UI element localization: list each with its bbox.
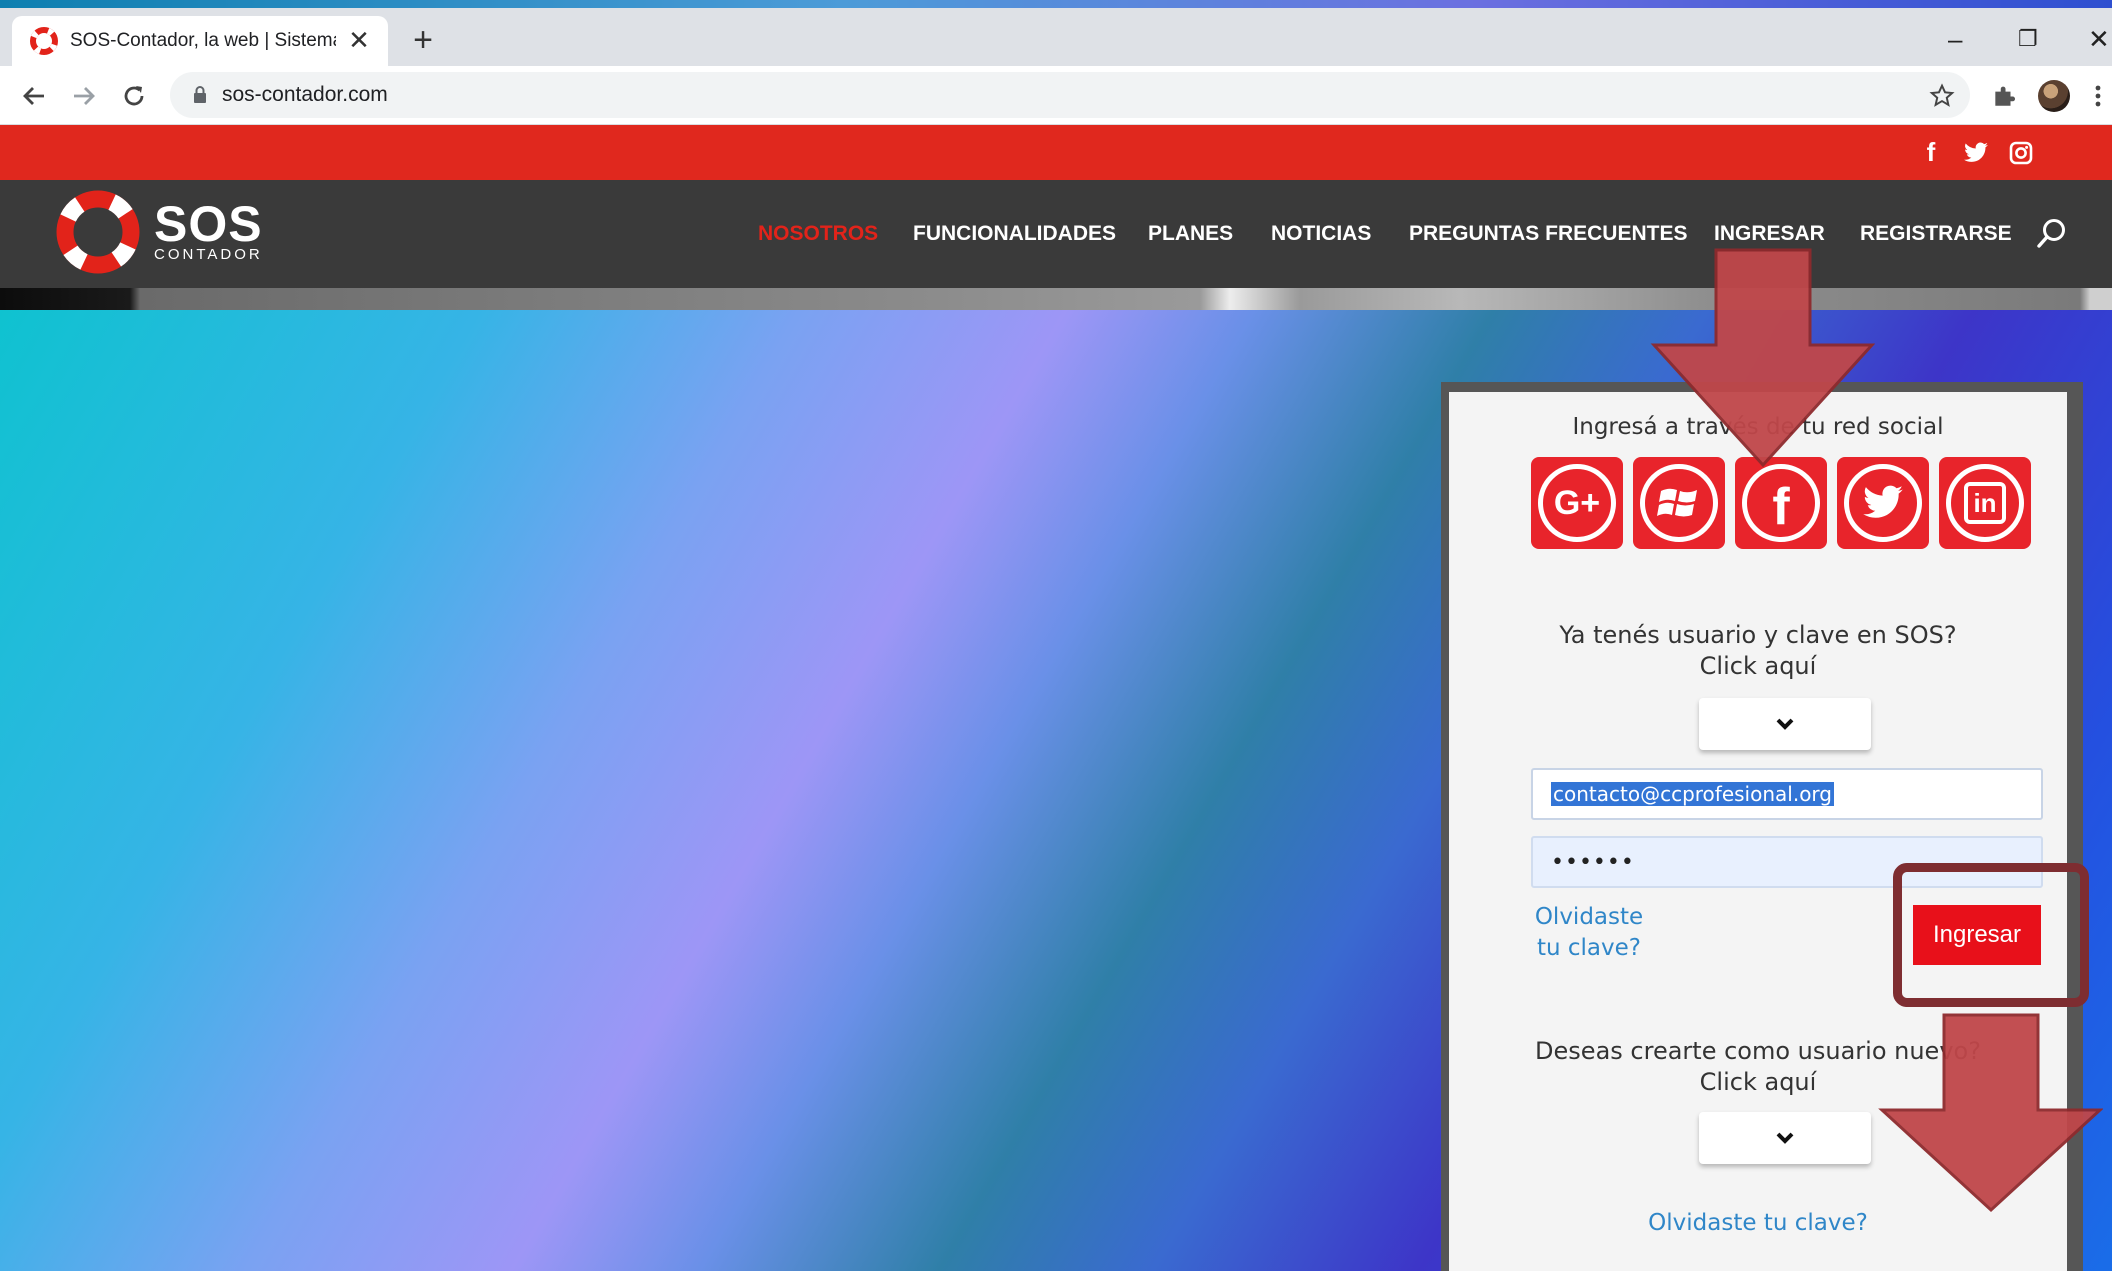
- windows-login-button[interactable]: [1633, 457, 1725, 549]
- existing-user-question-line2: Click aquí: [1699, 652, 1817, 680]
- logo-subtitle: CONTADOR: [154, 246, 263, 263]
- google-plus-icon: G+: [1538, 464, 1616, 542]
- nav-item-noticias[interactable]: NOTICIAS: [1271, 222, 1371, 246]
- avatar: [2038, 80, 2070, 112]
- arrow-right-icon: [74, 87, 95, 105]
- reload-icon: [124, 86, 144, 106]
- new-tab-button[interactable]: +: [405, 22, 441, 58]
- bookmark-button[interactable]: [1922, 76, 1962, 116]
- browser-menu-button[interactable]: [2084, 76, 2112, 116]
- password-value: ••••••: [1551, 849, 1635, 875]
- forgot-password-link[interactable]: Olvidaste tu clave?: [1529, 902, 1649, 964]
- arrow-left-icon: [23, 87, 44, 105]
- twitter-link[interactable]: [1958, 125, 1994, 180]
- logo-text: SOS CONTADOR: [154, 196, 263, 263]
- profile-button[interactable]: [2034, 76, 2074, 116]
- lifebuoy-logo-icon: [56, 190, 140, 274]
- email-value: contacto@ccprofesional.org: [1551, 782, 1834, 806]
- back-button[interactable]: [14, 76, 54, 116]
- windows-icon: [1640, 464, 1718, 542]
- annotation-arrow-down-icon: [1878, 1013, 2103, 1213]
- instagram-icon: [2009, 141, 2033, 164]
- window-top-strip: [0, 0, 2112, 8]
- site-logo[interactable]: SOS CONTADOR: [56, 190, 263, 274]
- lock-icon: [194, 86, 206, 103]
- new-user-toggle[interactable]: [1699, 1112, 1871, 1164]
- search-icon: [2037, 219, 2065, 248]
- nav-item-planes[interactable]: PLANES: [1148, 222, 1233, 246]
- star-icon: [1929, 83, 1955, 107]
- lifebuoy-favicon-icon: [30, 27, 58, 55]
- tab-title: SOS-Contador, la web | Sistema: [70, 30, 336, 51]
- browser-tab[interactable]: SOS-Contador, la web | Sistema ✕: [12, 16, 388, 66]
- facebook-icon: f: [1926, 137, 1936, 167]
- twitter-icon: [1964, 142, 1988, 162]
- annotation-highlight-box: [1893, 863, 2089, 1007]
- forgot-password-line1: Olvidaste: [1534, 904, 1644, 930]
- forgot-password-line2: tu clave?: [1536, 935, 1641, 961]
- puzzle-icon: [1995, 86, 2016, 106]
- nav-item-funcionalidades[interactable]: FUNCIONALIDADES: [913, 222, 1116, 246]
- nav-item-ingresar[interactable]: INGRESAR: [1714, 222, 1825, 246]
- forward-button[interactable]: [64, 76, 104, 116]
- twitter-icon: [1844, 464, 1922, 542]
- chevron-down-icon: [1776, 1132, 1794, 1144]
- existing-user-question: Ya tenés usuario y clave en SOS? Click a…: [1449, 620, 2067, 682]
- twitter-login-button[interactable]: [1837, 457, 1929, 549]
- existing-user-question-line1: Ya tenés usuario y clave en SOS?: [1559, 621, 1957, 649]
- annotation-arrow-down-icon: [1650, 248, 1875, 468]
- google-plus-login-button[interactable]: G+: [1531, 457, 1623, 549]
- minimize-button[interactable]: –: [1948, 24, 1962, 55]
- facebook-login-button[interactable]: f: [1735, 457, 1827, 549]
- reload-button[interactable]: [114, 76, 154, 116]
- logo-title: SOS: [154, 196, 263, 252]
- restore-button[interactable]: ❐: [2018, 26, 2038, 52]
- nav-item-preguntas-frecuentes[interactable]: PREGUNTAS FRECUENTES: [1409, 222, 1687, 246]
- linkedin-login-button[interactable]: in: [1939, 457, 2031, 549]
- close-window-button[interactable]: ✕: [2088, 24, 2110, 55]
- url-text: sos-contador.com: [222, 83, 388, 106]
- existing-user-toggle[interactable]: [1699, 698, 1871, 750]
- facebook-icon: f: [1742, 464, 1820, 542]
- instagram-link[interactable]: [2003, 125, 2039, 180]
- tab-close-icon[interactable]: ✕: [344, 26, 374, 56]
- chevron-down-icon: [1776, 718, 1794, 730]
- search-button[interactable]: [2036, 217, 2068, 255]
- kebab-menu-icon: [2095, 85, 2101, 107]
- facebook-link[interactable]: f: [1913, 125, 1949, 180]
- address-bar[interactable]: sos-contador.com: [170, 72, 1970, 118]
- nav-item-registrarse[interactable]: REGISTRARSE: [1860, 222, 2012, 246]
- extensions-button[interactable]: [1984, 76, 2024, 116]
- top-social-bar: f: [0, 125, 2112, 180]
- email-field[interactable]: contacto@ccprofesional.org: [1531, 768, 2043, 820]
- linkedin-icon: in: [1946, 464, 2024, 542]
- browser-toolbar: sos-contador.com: [0, 66, 2112, 125]
- nav-item-nosotros[interactable]: NOSOTROS: [758, 222, 878, 246]
- tab-bar: SOS-Contador, la web | Sistema ✕ + – ❐ ✕: [0, 8, 2112, 66]
